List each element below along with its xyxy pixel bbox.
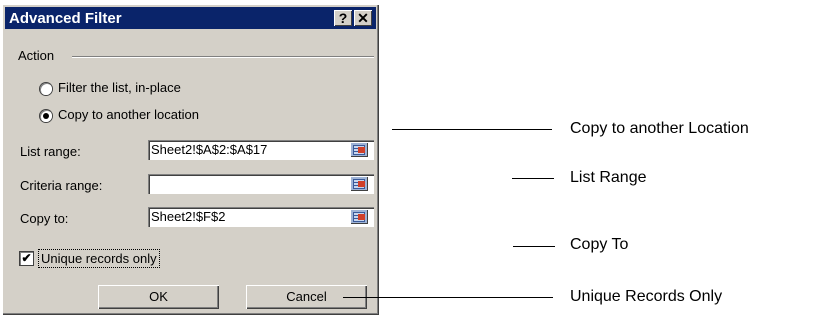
annotation-unique-records-only: Unique Records Only xyxy=(570,288,723,305)
annotation-copy-to-another-location: Copy to another Location xyxy=(570,120,749,137)
dialog-title: Advanced Filter xyxy=(9,10,122,27)
pointer-line-copy-to xyxy=(513,246,555,247)
copy-to-label: Copy to: xyxy=(20,211,69,226)
help-button[interactable]: ? xyxy=(334,10,352,26)
pointer-line-list-range xyxy=(512,178,554,179)
action-group-label: Action xyxy=(18,48,55,63)
radio-selected-dot xyxy=(43,113,49,119)
unique-records-checkbox[interactable]: ✔ xyxy=(20,252,33,265)
copy-to-collapse-button[interactable] xyxy=(350,209,368,224)
list-range-label: List range: xyxy=(20,144,81,159)
ok-button[interactable]: OK xyxy=(98,285,219,309)
copy-to-location-radio[interactable] xyxy=(40,110,52,122)
advanced-filter-dialog: Advanced Filter ? ✕ Action Filter the li… xyxy=(2,4,379,315)
list-range-input[interactable]: Sheet2!$A$2:$A$17 xyxy=(148,140,374,160)
close-button[interactable]: ✕ xyxy=(354,10,372,26)
pointer-line-unique-records xyxy=(343,297,553,298)
annotation-copy-to: Copy To xyxy=(570,236,629,253)
group-divider xyxy=(72,56,374,58)
criteria-range-collapse-button[interactable] xyxy=(350,176,368,191)
copy-to-input[interactable]: Sheet2!$F$2 xyxy=(148,207,374,227)
select-arrow-icon xyxy=(358,147,365,153)
list-range-collapse-button[interactable] xyxy=(350,142,368,157)
pointer-line-copy-location xyxy=(392,129,552,130)
copy-to-location-label[interactable]: Copy to another location xyxy=(58,107,199,122)
annotation-list-range: List Range xyxy=(570,169,647,186)
criteria-range-label: Criteria range: xyxy=(20,178,103,193)
criteria-range-input[interactable] xyxy=(148,174,374,194)
filter-in-place-radio[interactable] xyxy=(40,83,52,95)
select-arrow-icon xyxy=(358,214,365,220)
filter-in-place-label[interactable]: Filter the list, in-place xyxy=(58,80,181,95)
title-bar[interactable]: Advanced Filter ? ✕ xyxy=(5,7,376,29)
unique-records-label[interactable]: Unique records only xyxy=(38,249,160,268)
select-arrow-icon xyxy=(358,181,365,187)
